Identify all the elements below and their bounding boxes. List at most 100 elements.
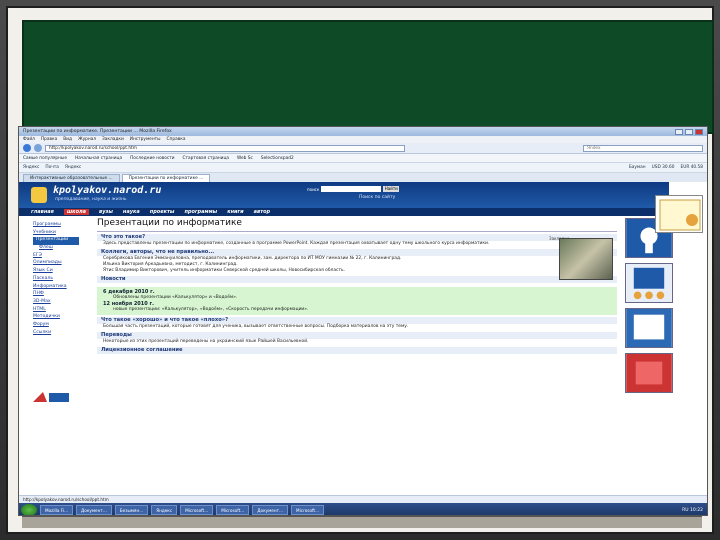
tab-strip: Интерактивные образовательные ... Презент… (19, 173, 707, 182)
sidebar-link[interactable]: Олимпиады (33, 260, 79, 268)
section-title: Переводы (97, 332, 617, 339)
back-icon[interactable] (23, 144, 31, 152)
taskbar-button[interactable]: Microsoft... (216, 505, 250, 515)
window-buttons (675, 128, 703, 135)
yandex-widget[interactable] (655, 195, 703, 233)
status-bar: http://kpolyakov.narod.ru/school/ppt.htm (19, 495, 707, 503)
section-text: Некоторые из этих презентаций переведены… (103, 339, 309, 344)
sidebar-logo-icon[interactable] (31, 390, 71, 404)
bookmark-item[interactable]: Самые популярные (23, 156, 67, 161)
close-button[interactable] (695, 128, 703, 135)
menu-bar: Файл Правка Вид Журнал Закладки Инструменты Сп… (19, 136, 707, 143)
browser-tab[interactable]: Презентации по информатике ... (121, 174, 211, 182)
site-search-button[interactable]: Найти (383, 186, 400, 192)
section-text: Большая часть презентаций, которые готов… (103, 324, 409, 329)
taskbar-button[interactable]: Безымян... (114, 505, 149, 515)
taskbar-button[interactable]: Документ... (252, 505, 289, 515)
site-sidebar: Программы Учебники Презентации Флеш ЕГЭ Олимп… (33, 222, 79, 337)
section-title: Что такое «хорошо» и что такое «плохо»? (97, 317, 617, 324)
sidebar-link[interactable]: Паскаль (33, 276, 79, 284)
site-nav-item[interactable]: вузы (99, 209, 113, 215)
menu-item[interactable]: Справка (167, 137, 186, 142)
sidebar-link[interactable]: Язык Си (33, 268, 79, 276)
browser-tab[interactable]: Интерактивные образовательные ... (23, 174, 120, 182)
start-button[interactable] (21, 504, 37, 515)
site-nav-item[interactable]: программы (184, 209, 217, 215)
rate-item: Бауман (628, 165, 646, 170)
bookmark-item[interactable]: Web Sc (237, 156, 253, 161)
window-title: Презентации по информатике. Презентации … (23, 129, 172, 134)
bookmark-item[interactable]: Начальная страница (75, 156, 122, 161)
book-ad[interactable] (625, 308, 673, 348)
menu-item[interactable]: Файл (23, 137, 35, 142)
chalkboard-title-area (22, 20, 714, 134)
taskbar: Mozilla Fi... Документ... Безымян... Яндекс… (19, 503, 707, 515)
web-page: kpolyakov.narod.ru преподавание, наука и… (19, 182, 673, 502)
author-line: Ятис Владимир Викторович, учитель информ… (103, 268, 345, 273)
site-logo-icon[interactable] (31, 187, 47, 203)
site-nav-item[interactable]: школа (63, 209, 90, 215)
rate-item: USD 30.60 (651, 165, 675, 170)
ege-book-ad[interactable] (625, 263, 673, 303)
taskbar-button[interactable]: Яндекс (151, 505, 178, 515)
site-nav-item[interactable]: автор (254, 209, 270, 215)
main-content: Презентации по информатике Закладки Что … (97, 218, 617, 354)
sidebar-link[interactable]: ПНФ (33, 291, 79, 299)
maximize-button[interactable] (685, 128, 693, 135)
sidebar-link[interactable]: Программы (33, 222, 79, 230)
forward-icon[interactable] (34, 144, 42, 152)
toolbar-item[interactable]: Яндекс (23, 165, 39, 170)
browser-screenshot: Презентации по информатике. Презентации … (18, 126, 708, 516)
taskbar-button[interactable]: Microsoft... (291, 505, 325, 515)
sidebar-link[interactable]: Ссылки (33, 330, 79, 338)
section-title: Коллеги, авторы, что не правильно... (97, 249, 617, 256)
search-input[interactable]: Яndex (583, 144, 703, 152)
widget-icon (659, 199, 701, 231)
site-search: поиск Найти (307, 186, 400, 192)
address-bar[interactable]: http://kpolyakov.narod.ru/school/ppt.htm (45, 144, 405, 152)
section-title: Новости (97, 276, 617, 283)
menu-item[interactable]: Правка (41, 137, 57, 142)
menu-item[interactable]: Журнал (78, 137, 96, 142)
site-subtitle: преподавание, наука и жизнь (55, 197, 127, 202)
toolbar-item[interactable]: Яндекс (65, 165, 81, 170)
navigation-bar: http://kpolyakov.narod.ru/school/ppt.htm… (19, 143, 707, 154)
bookmark-item[interactable]: Последние новости (130, 156, 174, 161)
sidebar-link[interactable]: Флеш (33, 245, 79, 253)
taskbar-button[interactable]: Документ... (76, 505, 112, 515)
site-header: kpolyakov.narod.ru преподавание, наука и… (19, 182, 669, 208)
news-text: новые презентации: «Калькулятор», «Водоё… (113, 307, 309, 312)
sidebar-link[interactable]: Методички (33, 314, 79, 322)
site-nav-item[interactable]: главная (31, 209, 54, 215)
system-tray: RU 10:22 (682, 507, 703, 513)
sidebar-link[interactable]: Презентации (33, 237, 79, 246)
site-nav-item[interactable]: книги (227, 209, 243, 215)
site-nav-item[interactable]: проекты (150, 209, 175, 215)
bookmarks-bar: Самые популярные Начальная страница Послед… (19, 154, 707, 163)
section-title: Что это такое? (97, 234, 617, 241)
red-book-ad[interactable] (625, 353, 673, 393)
sidebar-link[interactable]: Форум (33, 322, 79, 330)
sidebar-link[interactable]: 3D-Max (33, 299, 79, 307)
site-search-label: поиск (307, 186, 320, 192)
site-nav-item[interactable]: наука (123, 209, 140, 215)
menu-item[interactable]: Инструменты (130, 137, 161, 142)
chalkboard-shelf (22, 516, 702, 528)
minimize-button[interactable] (675, 128, 683, 135)
taskbar-button[interactable]: Mozilla Fi... (40, 505, 74, 515)
section-title: Лицензионное соглашение (97, 347, 617, 354)
menu-item[interactable]: Закладки (102, 137, 124, 142)
site-title[interactable]: kpolyakov.narod.ru (53, 185, 161, 196)
toolbar-item[interactable]: Почта (45, 165, 59, 170)
site-search-input[interactable] (321, 186, 382, 192)
menu-item[interactable]: Вид (63, 137, 72, 142)
bookmark-item[interactable]: Стартовая страница (183, 156, 230, 161)
site-search-hint: Поиск по сайту (359, 195, 396, 200)
currency-rates: Бауман USD 30.60 EUR 40.58 (629, 165, 703, 170)
rate-item: EUR 40.58 (680, 165, 703, 170)
site-nav: главная школа вузы наука проекты программы кни… (19, 208, 669, 216)
taskbar-button[interactable]: Microsoft... (180, 505, 214, 515)
section-text: Здесь представлены презентации по информ… (103, 241, 490, 246)
bookmark-item[interactable]: Selectionspad2 (261, 156, 294, 161)
window-titlebar: Презентации по информатике. Презентации … (19, 127, 707, 136)
